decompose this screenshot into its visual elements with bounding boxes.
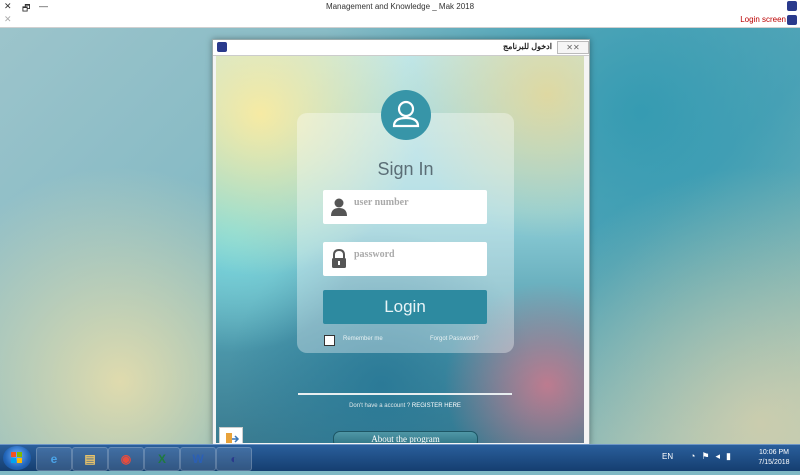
register-link[interactable]: REGISTER HERE: [412, 403, 461, 409]
tab-close-icon[interactable]: ✕: [4, 14, 12, 25]
tab-logo-icon: [787, 15, 797, 25]
dialog-title: ادخول للبرنامج: [503, 42, 552, 51]
language-indicator[interactable]: EN: [662, 452, 673, 461]
screen-tab-strip: ✕ Login screen: [0, 13, 800, 28]
remember-me-checkbox[interactable]: [324, 335, 335, 346]
password-placeholder: password: [354, 249, 395, 260]
taskbar-mak-app-button[interactable]: ◐: [216, 447, 252, 471]
login-button[interactable]: Login: [323, 290, 487, 324]
login-screen-tab[interactable]: Login screen: [740, 15, 786, 24]
login-dialog: ادخول للبرنامج ✕✕ Sign In user number pa…: [212, 39, 590, 446]
user-avatar-icon: [381, 90, 431, 140]
tray-icons[interactable]: ◔⚑◂▮: [690, 451, 737, 462]
file-explorer-icon: ▤: [84, 452, 96, 466]
user-number-input[interactable]: user number: [323, 190, 487, 224]
forgot-password-link[interactable]: Forgot Password?: [430, 336, 479, 342]
clock[interactable]: 10:06 PM 7/15/2018: [750, 448, 798, 468]
app-title-bar: ✕ 🗗 — Management and Knowledge _ Mak 201…: [0, 0, 800, 14]
about-program-button[interactable]: About the program: [333, 431, 478, 443]
dialog-body: Sign In user number password Login Remem…: [216, 56, 584, 443]
network-icon[interactable]: ▮: [726, 451, 737, 461]
start-button[interactable]: [3, 446, 31, 470]
clock-time: 10:06 PM: [759, 449, 789, 456]
user-icon: [331, 198, 347, 216]
exit-button[interactable]: [219, 427, 243, 443]
lock-icon: [332, 249, 346, 268]
password-input[interactable]: password: [323, 242, 487, 276]
volume-icon[interactable]: ◂: [716, 451, 727, 461]
taskbar-excel-button[interactable]: X: [144, 447, 180, 471]
taskbar-word-button[interactable]: W: [180, 447, 216, 471]
exit-icon: [226, 433, 240, 443]
internet-explorer-icon: e: [50, 452, 58, 466]
mak-app-icon: ◐: [230, 452, 238, 466]
word-icon: W: [192, 452, 204, 466]
dialog-close-button[interactable]: ✕✕: [557, 41, 589, 54]
windows-logo-icon: [11, 452, 22, 463]
taskbar: e ▤ ◉ X W ◐ EN ◔⚑◂▮ 10:06 PM 7/15/2018: [0, 444, 800, 471]
dialog-logo-icon: [217, 42, 227, 52]
app-title: Management and Knowledge _ Mak 2018: [325, 2, 475, 11]
divider: [298, 393, 512, 395]
user-number-placeholder: user number: [354, 197, 409, 208]
taskbar-internet-explorer-button[interactable]: e: [36, 447, 72, 471]
app-logo-icon: [787, 1, 797, 11]
flag-icon[interactable]: ⚑: [701, 451, 715, 461]
taskbar-file-explorer-button[interactable]: ▤: [72, 447, 108, 471]
taskbar-chrome-button[interactable]: ◉: [108, 447, 144, 471]
desktop-background: ادخول للبرنامج ✕✕ Sign In user number pa…: [0, 28, 800, 446]
no-account-text: Don't have a account ?: [349, 403, 411, 409]
excel-icon: X: [157, 452, 166, 466]
register-line: Don't have a account ? REGISTER HERE: [298, 403, 512, 409]
dialog-title-bar: ادخول للبرنامج ✕✕: [213, 40, 589, 56]
chrome-icon: ◉: [120, 452, 132, 466]
remember-me-label: Remember me: [343, 336, 383, 342]
notification-icon[interactable]: ◔: [690, 451, 701, 461]
sign-in-heading: Sign In: [377, 159, 434, 179]
clock-date: 7/15/2018: [758, 459, 790, 466]
